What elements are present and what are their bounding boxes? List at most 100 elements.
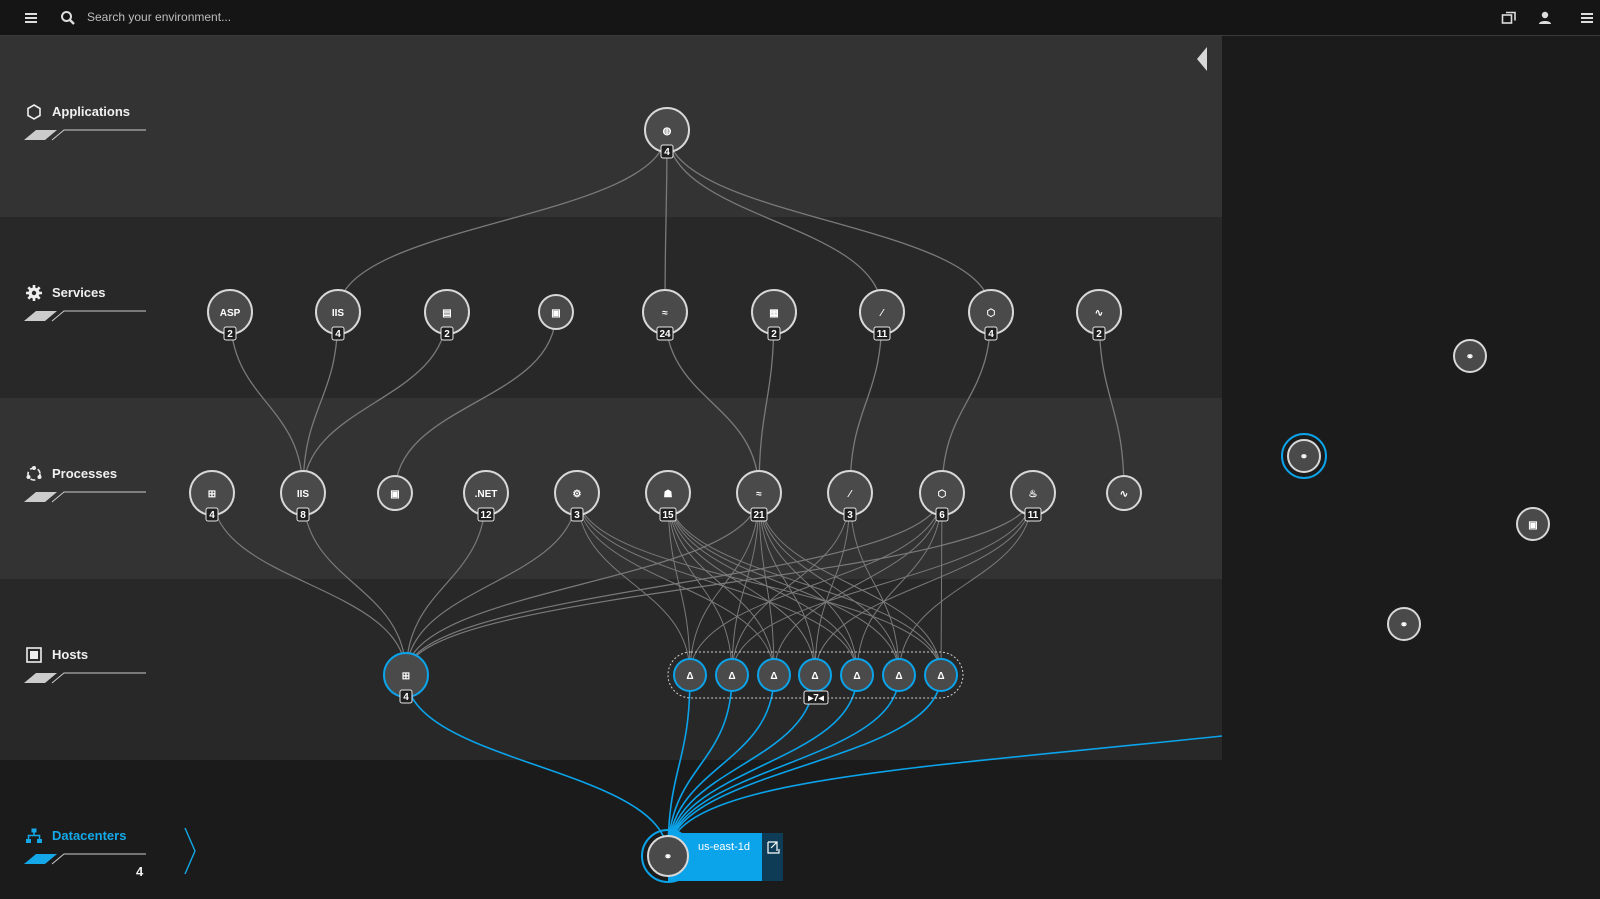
datacenter-node[interactable]: ⚭: [641, 829, 695, 883]
mysql-icon: ∿: [1120, 489, 1128, 500]
database-node[interactable]: ▤2: [424, 289, 470, 341]
count-badge: 3: [574, 510, 580, 521]
host-group-count: ▸7◂: [807, 693, 825, 704]
count-badge: 4: [335, 329, 341, 340]
dotnet-node[interactable]: .NET 12: [463, 470, 509, 522]
mysql-node[interactable]: ∿2: [1076, 289, 1122, 341]
linux-node[interactable]: Δ: [757, 658, 791, 692]
count-badge: 2: [1096, 329, 1102, 340]
container-icon: ▣: [551, 308, 560, 319]
datacenter-node[interactable]: ⚭: [1387, 607, 1421, 641]
host-node[interactable]: ▣: [1516, 507, 1550, 541]
aspnet-icon: ASP: [220, 308, 241, 319]
linux-icon: Δ: [770, 671, 777, 682]
globe-node[interactable]: ◍4: [644, 107, 690, 159]
mysql-node[interactable]: ∿: [1106, 475, 1142, 511]
container-node[interactable]: ▣: [538, 294, 574, 330]
count-badge: 3: [847, 510, 853, 521]
dependency-edge: [667, 492, 900, 676]
globe-icon: ◍: [663, 126, 672, 137]
datacenter-icon: ⚭: [1466, 352, 1474, 363]
count-badge: 12: [480, 510, 492, 521]
nodejs-node[interactable]: ⬡4: [968, 289, 1014, 341]
java-icon: ♨: [1029, 489, 1038, 500]
dependency-edge: [667, 492, 816, 676]
windows-node[interactable]: ⊞4: [189, 470, 235, 522]
iis-node[interactable]: IIS 8: [280, 470, 326, 522]
host-icon: ▣: [1528, 520, 1537, 531]
dependency-edge: [667, 674, 858, 857]
apache-icon: ≈: [756, 489, 762, 500]
dependency-edge: [394, 311, 557, 494]
count-badge: 4: [664, 147, 670, 158]
cog-process-node[interactable]: ⚙3: [554, 470, 600, 522]
count-badge: 15: [662, 510, 674, 521]
dependency-edge: [667, 674, 816, 857]
linux-node[interactable]: Δ: [715, 658, 749, 692]
database-icon: ▤: [442, 308, 451, 319]
dependency-edge: [941, 311, 992, 494]
nodejs-icon: ⬡: [987, 308, 996, 319]
count-badge: 24: [659, 329, 671, 340]
dependency-edge: [898, 492, 1034, 676]
gray-edges: [211, 129, 1125, 676]
dotnet-icon: .NET: [475, 489, 498, 500]
queue-icon: ▦: [769, 308, 778, 319]
dependency-edge: [405, 674, 669, 857]
feather-node[interactable]: ⁄3: [827, 470, 873, 522]
windows-node[interactable]: ⊞4: [383, 652, 429, 704]
datacenter-icon: ⚭: [1400, 620, 1408, 631]
linux-node[interactable]: Δ: [924, 658, 958, 692]
graph-nodes: ◍4ASP2IIS4▤2▣ ≈24▦2⁄11⬡4∿2⊞4IIS8▣ .NET12⚙3…: [189, 107, 1550, 883]
linux-icon: Δ: [811, 671, 818, 682]
count-badge: 2: [227, 329, 233, 340]
apache-node[interactable]: ≈24: [642, 289, 688, 341]
dependency-edge: [229, 311, 304, 494]
datacenter-icon: ⚭: [664, 852, 672, 863]
dependency-edge: [667, 674, 775, 857]
iis-icon: IIS: [332, 308, 345, 319]
linux-node[interactable]: Δ: [882, 658, 916, 692]
java-node[interactable]: ♨ 11: [1010, 470, 1056, 522]
smartscape-graph: ◍4ASP2IIS4▤2▣ ≈24▦2⁄11⬡4∿2⊞4IIS8▣ .NET12⚙3…: [189, 107, 1550, 883]
queue-node[interactable]: ▦2: [751, 289, 797, 341]
tomcat-node[interactable]: ☗ 15: [645, 470, 691, 522]
datacenter-icon: ⚭: [1300, 452, 1308, 463]
windows-icon: ⊞: [402, 671, 410, 682]
dependency-edge: [773, 492, 943, 676]
apache-node[interactable]: ≈21: [736, 470, 782, 522]
linux-icon: Δ: [853, 671, 860, 682]
linux-icon: Δ: [686, 671, 693, 682]
count-badge: 4: [209, 510, 215, 521]
count-badge: 6: [939, 510, 945, 521]
linux-icon: Δ: [937, 671, 944, 682]
dependency-edge: [337, 129, 668, 313]
count-badge: 21: [753, 510, 765, 521]
datacenter-node[interactable]: ⚭: [1281, 433, 1327, 479]
mysql-icon: ∿: [1095, 308, 1103, 319]
dependency-edge: [664, 311, 760, 494]
linux-node[interactable]: Δ: [798, 658, 832, 692]
dependency-edge: [302, 492, 407, 676]
dependency-edge: [856, 492, 943, 676]
iis-node[interactable]: IIS 4: [315, 289, 361, 341]
linux-node[interactable]: Δ: [673, 658, 707, 692]
datacenter-node[interactable]: ⚭: [1453, 339, 1487, 373]
aspnet-node[interactable]: ASP 2: [207, 289, 253, 341]
dependency-edge: [731, 492, 1034, 676]
feather-node[interactable]: ⁄11: [859, 289, 905, 341]
tomcat-icon: ☗: [664, 489, 673, 500]
count-badge: 11: [877, 329, 888, 340]
nodejs-node[interactable]: ⬡6: [919, 470, 965, 522]
dependency-edge: [666, 129, 992, 313]
cog-process-icon: ⚙: [573, 489, 582, 500]
dependency-edge: [666, 129, 883, 313]
linux-node[interactable]: Δ: [840, 658, 874, 692]
container-node[interactable]: ▣: [377, 475, 413, 511]
iis-icon: IIS: [297, 489, 310, 500]
dependency-edge: [667, 674, 900, 857]
linux-icon: Δ: [728, 671, 735, 682]
count-badge: 2: [771, 329, 777, 340]
apache-icon: ≈: [662, 308, 668, 319]
container-icon: ▣: [390, 489, 399, 500]
